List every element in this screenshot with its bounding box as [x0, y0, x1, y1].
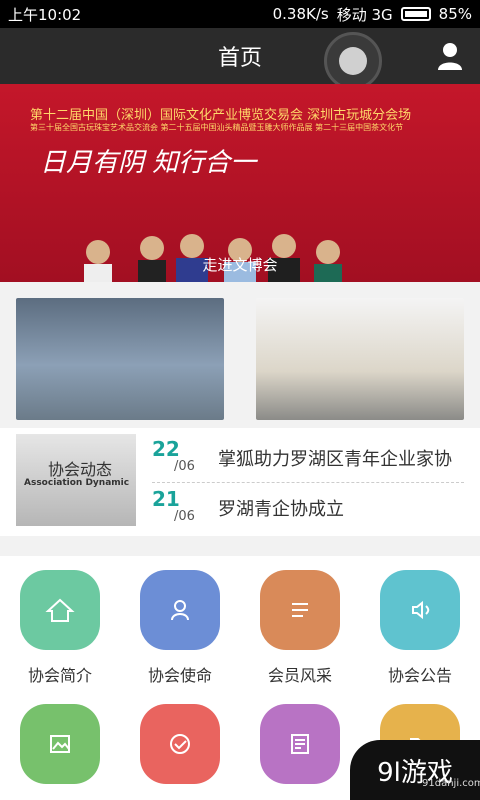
- user-icon: [140, 570, 220, 650]
- grid-item-document[interactable]: [240, 704, 360, 784]
- gallery-photo-2[interactable]: [256, 298, 464, 420]
- grid-item-members[interactable]: 会员风采: [240, 570, 360, 686]
- status-bar: 上午10:02 0.38K/s 移动 3G 85%: [0, 0, 480, 28]
- news-title: 罗湖青企协成立: [218, 499, 344, 520]
- home-icon: [20, 570, 100, 650]
- list-icon: [260, 570, 340, 650]
- network-speed: 0.38K/s: [272, 5, 329, 23]
- banner-subtitle: 第三十届全国古玩珠宝艺术品交流会 第二十五届中国汕头精品暨玉雕大师作品展 第二十…: [30, 123, 404, 132]
- news-month: /06: [174, 509, 195, 524]
- floating-assistive-button[interactable]: [324, 32, 382, 90]
- news-day: 21: [152, 487, 180, 511]
- grid-item-label: 协会公告: [387, 666, 452, 685]
- check-icon: [140, 704, 220, 784]
- speaker-icon: [380, 570, 460, 650]
- news-title: 掌狐助力罗湖区青年企业家协: [218, 449, 452, 470]
- grid-item-label: 会员风采: [267, 666, 332, 685]
- grid-item-announcements[interactable]: 协会公告: [360, 570, 480, 686]
- grid-item-check[interactable]: [120, 704, 240, 784]
- gallery-photo-1[interactable]: [16, 298, 224, 420]
- banner-title: 第十二届中国（深圳）国际文化产业博览交易会 深圳古玩城分会场: [30, 108, 412, 123]
- page-title: 首页: [217, 46, 262, 71]
- news-date: 22 /06: [152, 437, 200, 475]
- grid-item-label: 协会简介: [27, 666, 92, 685]
- user-profile-icon[interactable]: [434, 40, 466, 72]
- news-divider: [152, 482, 464, 483]
- site-watermark: 9l游戏 91danji.com: [350, 740, 480, 800]
- news-item[interactable]: 22 /06 掌狐助力罗湖区青年企业家协: [152, 436, 464, 480]
- banner-caption: 走进文博会: [202, 256, 278, 274]
- news-section: 协会动态 Association Dynamic 22 /06 掌狐助力罗湖区青…: [0, 428, 480, 536]
- grid-item-gallery[interactable]: [0, 704, 120, 784]
- grid-item-intro[interactable]: 协会简介: [0, 570, 120, 686]
- photo-gallery: [16, 298, 464, 420]
- carrier-label: 移动 3G: [336, 5, 393, 24]
- grid-item-label: 协会使命: [147, 666, 212, 685]
- banner-slogan: 日月有阴 知行合一: [40, 148, 257, 178]
- grid-item-mission[interactable]: 协会使命: [120, 570, 240, 686]
- status-time: 上午10:02: [8, 5, 82, 24]
- news-date: 21 /06: [152, 487, 200, 525]
- featured-banner[interactable]: 第十二届中国（深圳）国际文化产业博览交易会 深圳古玩城分会场 第三十届全国古玩珠…: [0, 84, 480, 282]
- battery-icon: [400, 7, 431, 21]
- watermark-site: 91danji.com: [422, 778, 480, 789]
- news-day: 22: [152, 437, 180, 461]
- battery-percent: 85%: [438, 5, 472, 23]
- news-month: /06: [174, 459, 195, 474]
- image-icon: [20, 704, 100, 784]
- news-thumbnail-title: 协会动态: [48, 460, 113, 479]
- top-navigation: 首页: [0, 28, 480, 84]
- news-thumbnail[interactable]: 协会动态 Association Dynamic: [16, 434, 136, 526]
- news-thumbnail-subtitle: Association Dynamic: [24, 478, 130, 488]
- news-item[interactable]: 21 /06 罗湖青企协成立: [152, 486, 464, 530]
- document-icon: [260, 704, 340, 784]
